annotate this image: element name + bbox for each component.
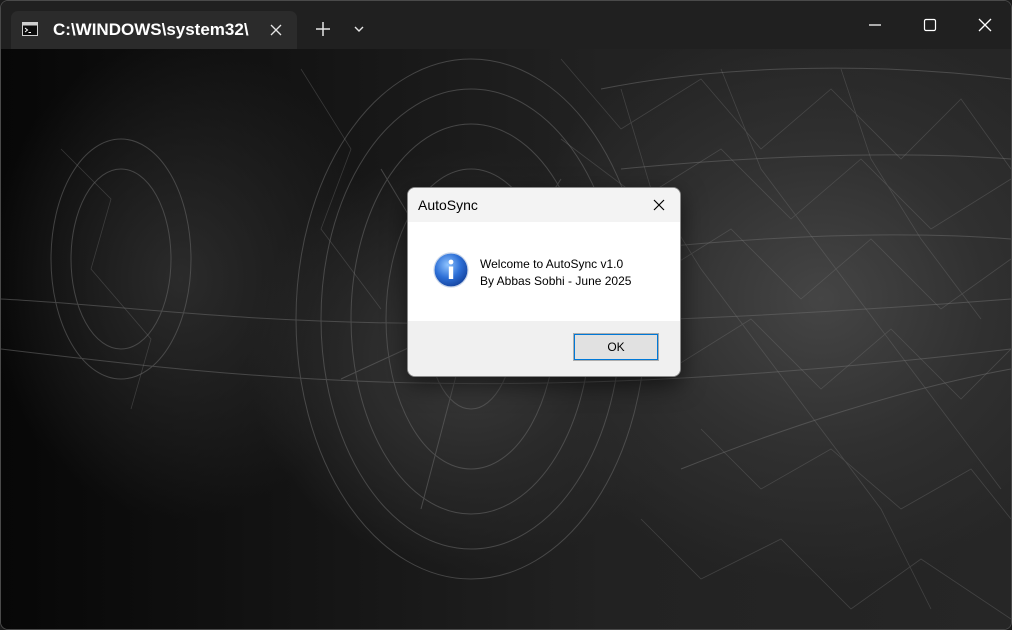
dialog-title-bar[interactable]: AutoSync [408,188,680,222]
close-icon [653,199,665,211]
message-dialog: AutoSync Welcome to AutoSync v1.0 By Abb… [407,187,681,377]
chevron-down-icon [354,26,364,32]
dialog-title: AutoSync [418,197,478,213]
message-line-1: Welcome to AutoSync v1.0 [480,257,624,271]
tab-close-button[interactable] [263,17,289,43]
minimize-button[interactable] [847,1,903,49]
close-window-button[interactable] [957,1,1011,49]
minimize-icon [869,24,881,26]
dialog-footer: OK [408,321,680,376]
info-icon [433,252,469,288]
message-line-2: By Abbas Sobhi - June 2025 [480,274,632,288]
terminal-content[interactable]: AutoSync Welcome to AutoSync v1.0 By Abb… [1,49,1011,629]
terminal-window: C:\WINDOWS\system32\ AutoSync Welcome to… [0,0,1012,630]
plus-icon [316,22,330,36]
dialog-close-button[interactable] [642,190,676,220]
dialog-message: Welcome to AutoSync v1.0 By Abbas Sobhi … [480,256,631,290]
ok-button[interactable]: OK [573,333,659,361]
dialog-body: Welcome to AutoSync v1.0 By Abbas Sobhi … [408,222,680,320]
tab-dropdown-button[interactable] [345,11,373,47]
maximize-button[interactable] [902,1,958,49]
tab-command-prompt[interactable]: C:\WINDOWS\system32\ [11,11,297,49]
close-icon [270,24,282,36]
close-icon [978,18,992,32]
title-bar[interactable]: C:\WINDOWS\system32\ [1,1,1011,49]
new-tab-button[interactable] [307,11,339,47]
tab-title: C:\WINDOWS\system32\ [53,20,249,39]
maximize-icon [923,18,937,32]
terminal-icon [22,22,38,36]
